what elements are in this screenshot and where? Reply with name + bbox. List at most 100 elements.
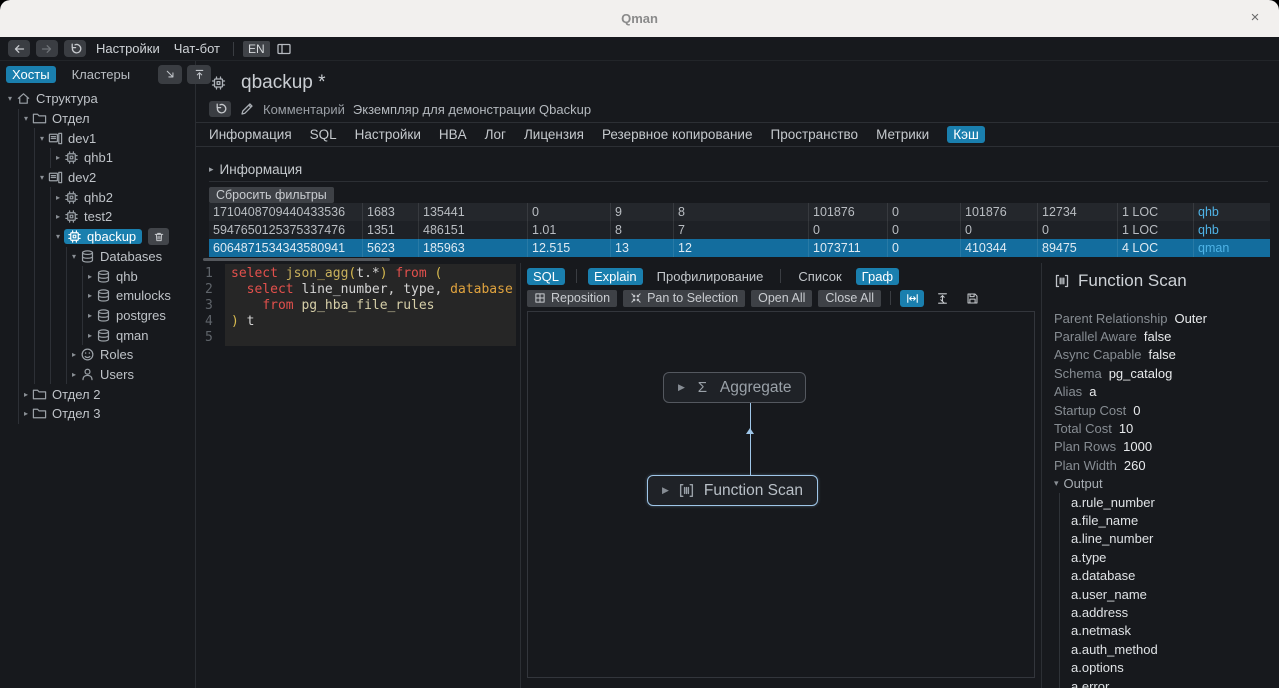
tab-кэш[interactable]: Кэш [947,126,985,143]
tree-item-dev1[interactable]: ▾dev1 [36,128,195,148]
tab-лог[interactable]: Лог [485,127,506,142]
sidebar-tab-кластеры[interactable]: Кластеры [66,66,137,83]
tab-резервное-копирование[interactable]: Резервное копирование [602,127,753,142]
explain-toolbar: Reposition Pan to Selection Open All Close … [521,287,1041,309]
tab-hba[interactable]: HBA [439,127,467,142]
tree-item-emulocks[interactable]: ▸emulocks [84,286,195,306]
output-section-header[interactable]: ▾ Output [1054,475,1279,493]
sidebar-tab-хосты[interactable]: Хосты [6,66,56,83]
back-button[interactable] [8,40,30,57]
undo-button[interactable] [64,40,86,57]
tree-item-dev2[interactable]: ▾dev2 [36,168,195,188]
tree-expander-icon[interactable]: ▸ [20,409,32,418]
tree-item-postgres[interactable]: ▸postgres [84,306,195,326]
tree-expander-icon[interactable]: ▸ [84,272,96,281]
info-section-header[interactable]: ▸ Информация [209,162,1279,177]
tree-expander-icon[interactable]: ▾ [20,114,32,123]
table-row[interactable]: 594765012537533747613514861511.018700001… [209,221,1270,239]
tree-item-qhb1[interactable]: ▸qhb1 [52,148,195,168]
tree-expander-icon[interactable]: ▸ [52,153,64,162]
revert-comment-button[interactable] [209,101,231,117]
tree-expander-icon[interactable]: ▸ [68,350,80,359]
tree-item-qhb2[interactable]: ▸qhb2 [52,187,195,207]
table-row[interactable]: 6064871534343580941562318596312.51513121… [209,239,1270,257]
tree-item-users[interactable]: ▸Users [68,365,195,385]
editor-code[interactable]: select json_agg(t.*) from ( select line_… [225,264,516,346]
tree-expander-icon[interactable]: ▸ [84,291,96,300]
tree-expander-icon[interactable]: ▾ [36,173,48,182]
plan-graph-canvas[interactable]: ▶ΣAggregate ▶Function Scan [527,311,1035,678]
tree-item-qhb[interactable]: ▸qhb [84,266,195,286]
keyboard-layout-icon[interactable] [276,41,292,57]
comment-value[interactable]: Экземпляр для демонстрации Qbackup [353,102,591,117]
tree-expander-icon[interactable]: ▾ [52,232,64,241]
db-icon [96,288,111,303]
corner-down-icon [164,68,177,81]
tree-item-отдел[interactable]: ▾Отдел [20,109,195,129]
tree-item-databases[interactable]: ▾Databases [68,247,195,267]
table-cell-link[interactable]: qman [1193,239,1270,257]
tree-item-отдел-2[interactable]: ▸Отдел 2 [20,384,195,404]
reset-filters-button[interactable]: Сбросить фильтры [209,187,334,203]
tab-информация[interactable]: Информация [209,127,292,142]
language-switcher[interactable]: EN [243,41,270,57]
tree-expander-icon[interactable]: ▸ [52,212,64,221]
tree-expander-icon[interactable]: ▸ [84,311,96,320]
roles-icon [80,347,95,362]
property-value: 10 [1119,421,1133,436]
pan-to-selection-button[interactable]: Pan to Selection [623,290,745,307]
tab-лицензия[interactable]: Лицензия [524,127,584,142]
sql-editor[interactable]: 12345 select json_agg(t.*) from ( select… [196,263,521,688]
tree-item-qbackup[interactable]: ▾qbackup [52,227,195,247]
tree-expander-icon[interactable]: ▸ [84,331,96,340]
plan-node-aggregate[interactable]: ▶ΣAggregate [663,372,806,403]
table-horizontal-scrollbar[interactable] [203,258,390,261]
tree-expander-icon[interactable]: ▾ [68,252,80,261]
save-image-button[interactable] [960,290,984,307]
fit-horizontal-button[interactable] [900,290,924,307]
tree-expander-icon[interactable]: ▸ [68,370,80,379]
table-cell-link[interactable]: qhb [1193,221,1270,239]
tab-sql[interactable]: SQL [310,127,337,142]
comment-label: Комментарий [263,102,345,117]
explain-tab-sql[interactable]: SQL [527,268,565,285]
table-cell-link[interactable]: qhb [1193,203,1270,221]
settings-menu[interactable]: Настройки [92,41,164,56]
fit-vertical-button[interactable] [930,290,954,307]
node-expander-icon[interactable]: ▶ [662,485,669,496]
tree-expander-icon[interactable]: ▾ [4,94,16,103]
tree-item-test2[interactable]: ▸test2 [52,207,195,227]
tab-метрики[interactable]: Метрики [876,127,929,142]
table-cell: 8 [673,203,808,221]
table-cell: 6064871534343580941 [209,239,362,257]
tree-item-qman[interactable]: ▸qman [84,325,195,345]
plan-node-function-scan[interactable]: ▶Function Scan [647,475,818,506]
table-row[interactable]: 1710408709440433536168313544109810187601… [209,203,1270,221]
title-bar[interactable]: Qman × [0,0,1279,37]
section-expander-icon: ▸ [209,164,214,175]
close-all-button[interactable]: Close All [818,290,881,307]
tree-item-структура[interactable]: ▾Структура [4,89,195,109]
tab-настройки[interactable]: Настройки [355,127,421,142]
node-expander-icon[interactable]: ▶ [678,382,685,393]
tree-item-roles[interactable]: ▸Roles [68,345,195,365]
explain-tab-explain[interactable]: Explain [588,268,643,285]
explain-tab-граф[interactable]: Граф [856,268,899,285]
tree-expander-icon[interactable]: ▸ [52,193,64,202]
undo-icon [212,101,228,117]
tree-expander-icon[interactable]: ▾ [36,134,48,143]
delete-host-button[interactable] [148,228,169,245]
forward-button[interactable] [36,40,58,57]
tab-пространство[interactable]: Пространство [770,127,858,142]
property-value: a [1089,384,1096,399]
close-icon[interactable]: × [1245,8,1265,28]
reposition-button[interactable]: Reposition [527,290,617,307]
explain-tab-профилирование[interactable]: Профилирование [651,268,770,285]
open-all-button[interactable]: Open All [751,290,812,307]
tree-item-отдел-3[interactable]: ▸Отдел 3 [20,404,195,424]
pencil-icon[interactable] [239,101,255,117]
corner-down-button[interactable] [158,65,182,84]
explain-tab-список[interactable]: Список [792,268,847,285]
tree-expander-icon[interactable]: ▸ [20,390,32,399]
chatbot-menu[interactable]: Чат-бот [170,41,224,56]
